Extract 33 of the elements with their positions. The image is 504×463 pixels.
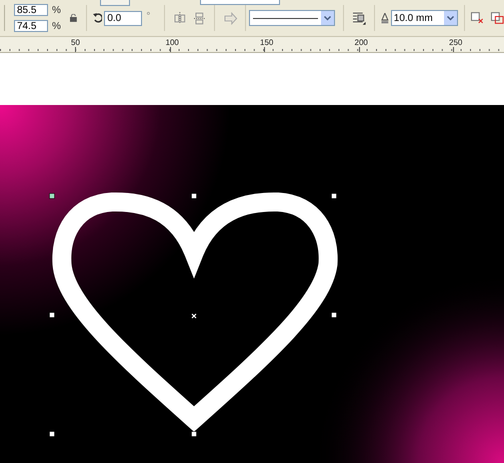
percent-label: %	[52, 4, 61, 18]
ruler-tick	[358, 47, 360, 52]
selection-handle[interactable]	[331, 193, 337, 199]
scale-x-field[interactable]: 85.5	[14, 4, 48, 16]
rotate-icon	[92, 13, 102, 23]
ruler-tick	[75, 47, 76, 52]
rotation-field[interactable]: 0.0	[104, 10, 142, 26]
degree-label: °	[146, 10, 150, 24]
input-field[interactable]	[200, 0, 280, 5]
ruler-tick	[264, 47, 265, 52]
ruler-label: 50	[71, 38, 80, 47]
line-style-dropdown[interactable]	[249, 10, 336, 26]
outline-width-dropdown[interactable]: 10.0 mm	[390, 10, 458, 26]
ruler-label: 150	[260, 38, 274, 47]
pen-icon	[381, 12, 389, 24]
wrap-text-icon[interactable]	[353, 12, 366, 24]
lock-icon[interactable]	[70, 14, 77, 22]
ruler-label: 250	[449, 38, 462, 47]
heart-shape[interactable]	[52, 192, 338, 428]
selection-handle[interactable]	[191, 193, 197, 199]
ruler-label: 100	[166, 38, 179, 47]
selection-handle[interactable]	[49, 312, 55, 318]
mirror-vertical-icon[interactable]	[194, 12, 206, 24]
selection-handle[interactable]	[191, 431, 197, 437]
selection-handle[interactable]	[49, 193, 55, 199]
selection-handle[interactable]	[49, 431, 55, 437]
center-mark-icon	[191, 313, 197, 319]
percent-label: %	[52, 20, 61, 34]
scale-y-field[interactable]: 74.5	[14, 20, 48, 32]
mirror-horizontal-icon[interactable]	[174, 12, 186, 24]
selection-handle[interactable]	[331, 312, 337, 318]
ruler-tick	[453, 47, 454, 52]
ruler-label: 200	[354, 38, 368, 47]
